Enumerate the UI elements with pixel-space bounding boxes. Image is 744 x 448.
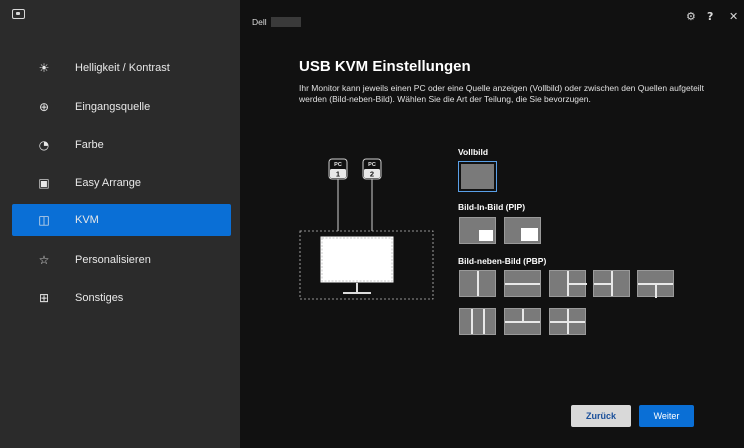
section-title-pip: Bild-In-Bild (PIP) — [458, 202, 526, 212]
next-button[interactable]: Weiter — [639, 405, 694, 427]
close-icon[interactable]: ✕ — [729, 11, 738, 22]
sidebar-item-label: Eingangsquelle — [75, 101, 151, 113]
layout-option-pbp-3-top-split[interactable] — [504, 308, 541, 335]
sidebar-item-label: Easy Arrange — [75, 177, 142, 189]
layout-option-pbp-2-horizontal[interactable] — [504, 270, 541, 297]
sidebar-item-personalize[interactable]: ☆ Personalisieren — [12, 244, 231, 276]
sidebar-item-others[interactable]: ⊞ Sonstiges — [12, 282, 231, 314]
sidebar-item-label: Sonstiges — [75, 292, 124, 304]
section-title-vollbild: Vollbild — [458, 147, 489, 157]
pc2-tag: PC 2 — [362, 158, 382, 180]
layout-option-pbp-3-vertical[interactable] — [459, 308, 496, 335]
monitor-model-tag: Dell — [252, 17, 301, 27]
color-icon: ◔ — [38, 138, 50, 152]
layout-option-pbp-3-left-split[interactable] — [593, 270, 630, 297]
section-title-pbp: Bild-neben-Bild (PBP) — [458, 256, 547, 266]
layout-option-pbp-3-bottom-split[interactable] — [637, 270, 674, 298]
pc1-tag: PC 1 — [328, 158, 348, 180]
others-icon: ⊞ — [38, 291, 50, 305]
layout-option-vollbild[interactable] — [458, 161, 497, 192]
sidebar-item-label: Farbe — [75, 139, 104, 151]
pc1-number: 1 — [336, 170, 340, 179]
sidebar-item-brightness-contrast[interactable]: ☀ Helligkeit / Kontrast — [12, 52, 231, 84]
layout-option-pip-1[interactable] — [459, 217, 496, 244]
model-name-redacted — [270, 17, 301, 27]
star-icon: ☆ — [38, 253, 50, 267]
sidebar-item-input-source[interactable]: ⊕ Eingangsquelle — [12, 91, 231, 123]
sidebar-item-label: Personalisieren — [75, 254, 151, 266]
pc2-number: 2 — [370, 170, 374, 179]
kvm-icon: ◫ — [38, 213, 50, 227]
pc1-label: PC — [334, 162, 342, 168]
brightness-icon: ☀ — [38, 61, 50, 75]
page-title: USB KVM Einstellungen — [299, 58, 471, 75]
layout-option-pip-2[interactable] — [504, 217, 541, 244]
app-monitor-icon — [12, 9, 25, 19]
sidebar-item-label: KVM — [75, 214, 99, 226]
sidebar-item-kvm[interactable]: ◫ KVM — [12, 204, 231, 236]
sidebar-item-label: Helligkeit / Kontrast — [75, 62, 170, 74]
sidebar-item-easy-arrange[interactable]: ▣ Easy Arrange — [12, 167, 231, 199]
sidebar-item-color[interactable]: ◔ Farbe — [12, 129, 231, 161]
kvm-connection-diagram: PC 1 PC 2 — [299, 158, 434, 300]
layout-option-pbp-2-vertical[interactable] — [459, 270, 496, 297]
brand-label: Dell — [252, 17, 267, 27]
layout-option-pbp-4-quad[interactable] — [549, 308, 586, 335]
settings-icon[interactable]: ⚙ — [686, 11, 696, 22]
pc2-label: PC — [368, 162, 376, 168]
sidebar: ☀ Helligkeit / Kontrast ⊕ Eingangsquelle… — [0, 0, 240, 448]
input-source-icon: ⊕ — [38, 100, 50, 114]
back-button[interactable]: Zurück — [571, 405, 631, 427]
help-icon[interactable]: ? — [707, 11, 713, 22]
easy-arrange-icon: ▣ — [38, 176, 50, 190]
monitor-icon — [319, 235, 395, 294]
page-description: Ihr Monitor kann jeweils einen PC oder e… — [299, 83, 704, 104]
layout-option-pbp-3-right-split[interactable] — [549, 270, 587, 297]
